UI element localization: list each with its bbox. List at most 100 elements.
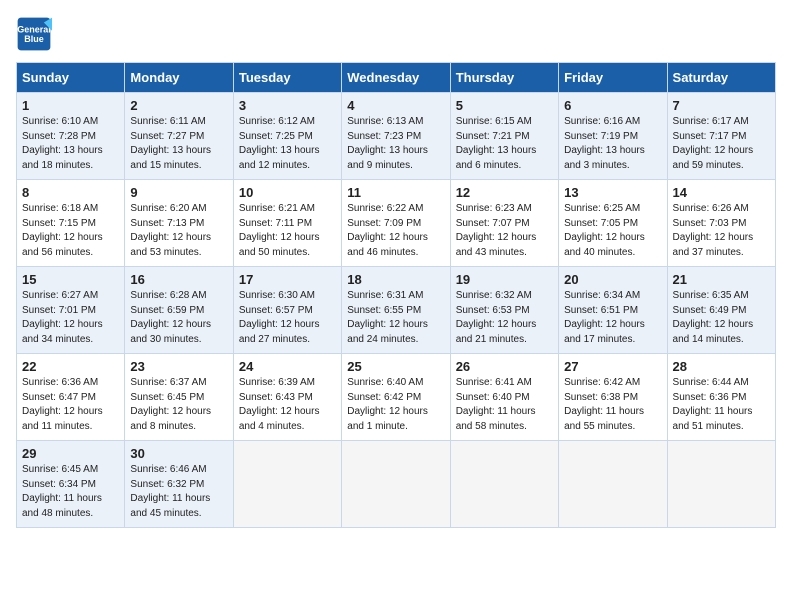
calendar-day-cell [342, 441, 450, 528]
calendar-week-row: 22 Sunrise: 6:36 AMSunset: 6:47 PMDayligh… [17, 354, 776, 441]
day-number: 9 [130, 185, 227, 200]
day-number: 12 [456, 185, 553, 200]
day-number: 28 [673, 359, 770, 374]
weekday-header: Sunday [17, 63, 125, 93]
calendar-day-cell: 5 Sunrise: 6:15 AMSunset: 7:21 PMDaylight… [450, 93, 558, 180]
calendar-day-cell: 22 Sunrise: 6:36 AMSunset: 6:47 PMDayligh… [17, 354, 125, 441]
calendar-table: SundayMondayTuesdayWednesdayThursdayFrid… [16, 62, 776, 528]
day-number: 8 [22, 185, 119, 200]
weekday-header: Friday [559, 63, 667, 93]
day-number: 3 [239, 98, 336, 113]
day-number: 10 [239, 185, 336, 200]
day-number: 21 [673, 272, 770, 287]
calendar-day-cell: 3 Sunrise: 6:12 AMSunset: 7:25 PMDaylight… [233, 93, 341, 180]
day-number: 27 [564, 359, 661, 374]
calendar-day-cell: 14 Sunrise: 6:26 AMSunset: 7:03 PMDayligh… [667, 180, 775, 267]
day-info: Sunrise: 6:11 AMSunset: 7:27 PMDaylight:… [130, 115, 227, 173]
day-number: 2 [130, 98, 227, 113]
day-info: Sunrise: 6:16 AMSunset: 7:19 PMDaylight:… [564, 115, 661, 173]
weekday-header: Tuesday [233, 63, 341, 93]
calendar-week-row: 8 Sunrise: 6:18 AMSunset: 7:15 PMDaylight… [17, 180, 776, 267]
calendar-day-cell: 15 Sunrise: 6:27 AMSunset: 7:01 PMDayligh… [17, 267, 125, 354]
day-info: Sunrise: 6:23 AMSunset: 7:07 PMDaylight:… [456, 202, 553, 260]
calendar-day-cell [559, 441, 667, 528]
day-info: Sunrise: 6:36 AMSunset: 6:47 PMDaylight:… [22, 376, 119, 434]
day-info: Sunrise: 6:21 AMSunset: 7:11 PMDaylight:… [239, 202, 336, 260]
day-info: Sunrise: 6:18 AMSunset: 7:15 PMDaylight:… [22, 202, 119, 260]
day-info: Sunrise: 6:34 AMSunset: 6:51 PMDaylight:… [564, 289, 661, 347]
day-number: 5 [456, 98, 553, 113]
calendar-day-cell: 19 Sunrise: 6:32 AMSunset: 6:53 PMDayligh… [450, 267, 558, 354]
day-info: Sunrise: 6:35 AMSunset: 6:49 PMDaylight:… [673, 289, 770, 347]
day-number: 23 [130, 359, 227, 374]
day-info: Sunrise: 6:13 AMSunset: 7:23 PMDaylight:… [347, 115, 444, 173]
day-info: Sunrise: 6:40 AMSunset: 6:42 PMDaylight:… [347, 376, 444, 434]
calendar-day-cell: 4 Sunrise: 6:13 AMSunset: 7:23 PMDaylight… [342, 93, 450, 180]
calendar-day-cell: 21 Sunrise: 6:35 AMSunset: 6:49 PMDayligh… [667, 267, 775, 354]
calendar-day-cell: 24 Sunrise: 6:39 AMSunset: 6:43 PMDayligh… [233, 354, 341, 441]
day-number: 17 [239, 272, 336, 287]
day-info: Sunrise: 6:31 AMSunset: 6:55 PMDaylight:… [347, 289, 444, 347]
day-number: 19 [456, 272, 553, 287]
day-number: 29 [22, 446, 119, 461]
day-number: 7 [673, 98, 770, 113]
calendar-day-cell: 29 Sunrise: 6:45 AMSunset: 6:34 PMDayligh… [17, 441, 125, 528]
calendar-day-cell: 26 Sunrise: 6:41 AMSunset: 6:40 PMDayligh… [450, 354, 558, 441]
logo: General Blue [16, 16, 58, 52]
calendar-day-cell: 27 Sunrise: 6:42 AMSunset: 6:38 PMDayligh… [559, 354, 667, 441]
day-info: Sunrise: 6:28 AMSunset: 6:59 PMDaylight:… [130, 289, 227, 347]
day-info: Sunrise: 6:42 AMSunset: 6:38 PMDaylight:… [564, 376, 661, 434]
day-number: 4 [347, 98, 444, 113]
day-info: Sunrise: 6:22 AMSunset: 7:09 PMDaylight:… [347, 202, 444, 260]
weekday-header: Monday [125, 63, 233, 93]
calendar-header: SundayMondayTuesdayWednesdayThursdayFrid… [17, 63, 776, 93]
day-number: 26 [456, 359, 553, 374]
calendar-day-cell: 1Sunrise: 6:10 AMSunset: 7:28 PMDaylight… [17, 93, 125, 180]
day-number: 13 [564, 185, 661, 200]
calendar-day-cell: 9Sunrise: 6:20 AMSunset: 7:13 PMDaylight… [125, 180, 233, 267]
day-info: Sunrise: 6:32 AMSunset: 6:53 PMDaylight:… [456, 289, 553, 347]
calendar-day-cell: 20 Sunrise: 6:34 AMSunset: 6:51 PMDayligh… [559, 267, 667, 354]
day-number: 16 [130, 272, 227, 287]
weekday-header: Thursday [450, 63, 558, 93]
calendar-week-row: 15 Sunrise: 6:27 AMSunset: 7:01 PMDayligh… [17, 267, 776, 354]
day-number: 14 [673, 185, 770, 200]
calendar-day-cell: 30 Sunrise: 6:46 AMSunset: 6:32 PMDayligh… [125, 441, 233, 528]
calendar-day-cell: 17 Sunrise: 6:30 AMSunset: 6:57 PMDayligh… [233, 267, 341, 354]
day-info: Sunrise: 6:17 AMSunset: 7:17 PMDaylight:… [673, 115, 770, 173]
calendar-day-cell [233, 441, 341, 528]
calendar-day-cell: 6 Sunrise: 6:16 AMSunset: 7:19 PMDaylight… [559, 93, 667, 180]
calendar-week-row: 1Sunrise: 6:10 AMSunset: 7:28 PMDaylight… [17, 93, 776, 180]
weekday-header: Wednesday [342, 63, 450, 93]
day-info: Sunrise: 6:46 AMSunset: 6:32 PMDaylight:… [130, 463, 227, 521]
day-number: 30 [130, 446, 227, 461]
calendar-day-cell [450, 441, 558, 528]
svg-text:Blue: Blue [24, 34, 44, 44]
day-info: Sunrise: 6:25 AMSunset: 7:05 PMDaylight:… [564, 202, 661, 260]
day-info: Sunrise: 6:10 AMSunset: 7:28 PMDaylight:… [22, 115, 119, 173]
calendar-day-cell: 12 Sunrise: 6:23 AMSunset: 7:07 PMDayligh… [450, 180, 558, 267]
calendar-day-cell [667, 441, 775, 528]
weekday-header: Saturday [667, 63, 775, 93]
calendar-day-cell: 28Sunrise: 6:44 AMSunset: 6:36 PMDayligh… [667, 354, 775, 441]
calendar-week-row: 29 Sunrise: 6:45 AMSunset: 6:34 PMDayligh… [17, 441, 776, 528]
calendar-day-cell: 16 Sunrise: 6:28 AMSunset: 6:59 PMDayligh… [125, 267, 233, 354]
day-info: Sunrise: 6:12 AMSunset: 7:25 PMDaylight:… [239, 115, 336, 173]
day-number: 24 [239, 359, 336, 374]
day-number: 20 [564, 272, 661, 287]
calendar-day-cell: 23Sunrise: 6:37 AMSunset: 6:45 PMDayligh… [125, 354, 233, 441]
day-info: Sunrise: 6:15 AMSunset: 7:21 PMDaylight:… [456, 115, 553, 173]
day-number: 22 [22, 359, 119, 374]
day-info: Sunrise: 6:26 AMSunset: 7:03 PMDaylight:… [673, 202, 770, 260]
day-info: Sunrise: 6:30 AMSunset: 6:57 PMDaylight:… [239, 289, 336, 347]
day-info: Sunrise: 6:41 AMSunset: 6:40 PMDaylight:… [456, 376, 553, 434]
day-number: 6 [564, 98, 661, 113]
calendar-day-cell: 11Sunrise: 6:22 AMSunset: 7:09 PMDayligh… [342, 180, 450, 267]
day-info: Sunrise: 6:27 AMSunset: 7:01 PMDaylight:… [22, 289, 119, 347]
day-number: 15 [22, 272, 119, 287]
day-info: Sunrise: 6:39 AMSunset: 6:43 PMDaylight:… [239, 376, 336, 434]
day-info: Sunrise: 6:45 AMSunset: 6:34 PMDaylight:… [22, 463, 119, 521]
calendar-day-cell: 2 Sunrise: 6:11 AMSunset: 7:27 PMDaylight… [125, 93, 233, 180]
logo-icon: General Blue [16, 16, 52, 52]
calendar-day-cell: 8 Sunrise: 6:18 AMSunset: 7:15 PMDaylight… [17, 180, 125, 267]
